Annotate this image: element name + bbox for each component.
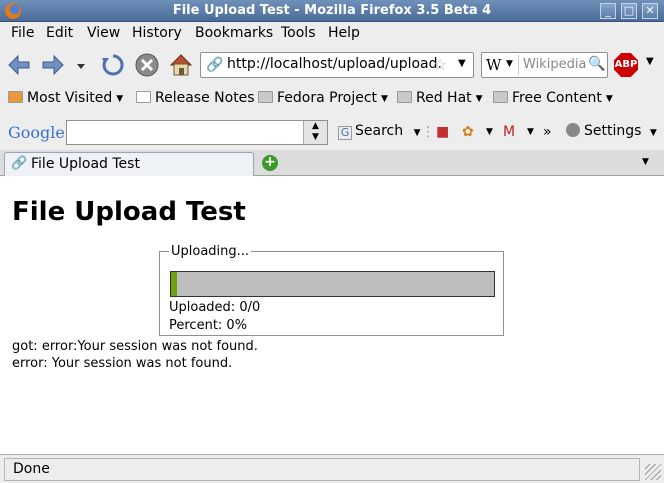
- menu-view[interactable]: View: [87, 25, 120, 41]
- bookmark-star-icon[interactable]: ☆: [433, 55, 447, 74]
- resize-grip-icon[interactable]: [645, 464, 661, 480]
- google-search-stepper-icon[interactable]: ▲ ▼: [303, 121, 327, 144]
- bookmark-most-visited[interactable]: Most Visited ▼: [8, 90, 123, 106]
- menu-edit[interactable]: Edit: [46, 25, 73, 41]
- home-icon[interactable]: [168, 52, 194, 78]
- forward-icon[interactable]: [40, 52, 66, 78]
- search-divider: [518, 55, 519, 75]
- minimize-button[interactable]: _: [600, 3, 616, 19]
- bookmark-red-hat[interactable]: Red Hat ▼: [397, 90, 483, 106]
- google-search-button[interactable]: G Search ▼: [338, 123, 420, 140]
- chevron-down-icon: ▼: [605, 94, 613, 104]
- overflow-icon[interactable]: »: [543, 124, 552, 140]
- menu-bookmarks[interactable]: Bookmarks: [195, 25, 273, 41]
- url-bar[interactable]: 🔗 http://localhost/upload/upload. ☆ ▼: [200, 52, 474, 78]
- wikipedia-icon[interactable]: W: [486, 56, 501, 74]
- search-input[interactable]: Wikipedia: [523, 57, 586, 72]
- page-content: File Upload Test Uploading... Uploaded: …: [0, 177, 664, 454]
- uploaded-status: Uploaded: 0/0: [169, 300, 261, 315]
- gmail-icon[interactable]: M: [503, 124, 515, 140]
- toolbar-menu-icon[interactable]: ▼: [646, 56, 654, 67]
- window-title: File Upload Test - Mozilla Firefox 3.5 B…: [172, 3, 492, 18]
- search-bar[interactable]: W ▼ Wikipedia 🔍: [481, 52, 608, 78]
- folder-icon: [8, 91, 23, 103]
- chevron-down-icon[interactable]: ▼: [486, 127, 493, 137]
- menu-help[interactable]: Help: [328, 25, 360, 41]
- folder-icon: [397, 91, 412, 103]
- reload-icon[interactable]: [100, 52, 126, 78]
- translate-icon[interactable]: ✿: [462, 124, 474, 140]
- stop-icon[interactable]: [134, 52, 160, 78]
- tab-list-dropdown-icon[interactable]: ▼: [642, 157, 649, 167]
- history-dropdown-icon[interactable]: [74, 52, 88, 78]
- upload-fieldset: Uploading... Uploaded: 0/0 Percent: 0%: [159, 244, 504, 336]
- google-toolbar: Google ▲ ▼ G Search ▼ ⋮ ■ ✿ ▼ M ▼ » Settin…: [0, 114, 664, 150]
- bookmarks-toolbar: Most Visited ▼ Release Notes Fedora Proje…: [0, 84, 664, 114]
- bookmark-fedora-project[interactable]: Fedora Project ▼: [258, 90, 388, 106]
- menu-history[interactable]: History: [132, 25, 182, 41]
- google-search-input[interactable]: ▲ ▼: [66, 120, 328, 145]
- search-engine-dropdown-icon[interactable]: ▼: [506, 59, 513, 69]
- status-text: Done: [4, 458, 640, 481]
- percent-status: Percent: 0%: [169, 318, 248, 333]
- menu-file[interactable]: File: [11, 25, 34, 41]
- site-identity-icon[interactable]: 🔗: [206, 57, 223, 73]
- page-icon: [136, 91, 151, 103]
- maximize-button[interactable]: □: [621, 3, 637, 19]
- tab-bar: 🔗 File Upload Test + ▼: [0, 150, 664, 176]
- toolbar-separator-icon: ⋮: [421, 124, 435, 140]
- progress-fill: [171, 272, 178, 296]
- new-tab-icon[interactable]: +: [262, 155, 278, 171]
- bookmarks-icon[interactable]: ■: [436, 124, 449, 140]
- error-message: error: Your session was not found.: [12, 356, 233, 371]
- google-g-icon: G: [338, 126, 352, 140]
- chevron-down-icon: ▼: [413, 128, 421, 138]
- tab-file-upload-test[interactable]: 🔗 File Upload Test: [4, 152, 254, 176]
- google-logo: Google: [8, 123, 65, 142]
- url-text[interactable]: http://localhost/upload/upload.: [227, 56, 442, 72]
- page-title: File Upload Test: [12, 197, 246, 227]
- url-dropdown-icon[interactable]: ▼: [458, 58, 466, 69]
- chevron-down-icon: ▼: [116, 94, 124, 104]
- menu-tools[interactable]: Tools: [281, 25, 316, 41]
- search-icon[interactable]: 🔍: [588, 56, 605, 72]
- upload-legend: Uploading...: [171, 244, 250, 259]
- chevron-down-icon[interactable]: ▼: [527, 127, 534, 137]
- upload-progress-bar: [170, 271, 495, 297]
- navigation-toolbar: 🔗 http://localhost/upload/upload. ☆ ▼ W …: [0, 44, 664, 84]
- page-icon: 🔗: [11, 156, 28, 171]
- error-message-got: got: error:Your session was not found.: [12, 339, 258, 354]
- bookmark-free-content[interactable]: Free Content ▼: [493, 90, 613, 106]
- chevron-down-icon: ▼: [475, 94, 483, 104]
- folder-icon: [493, 91, 508, 103]
- status-bar: Done: [0, 454, 664, 483]
- title-bar: File Upload Test - Mozilla Firefox 3.5 B…: [0, 0, 664, 22]
- back-icon[interactable]: [6, 52, 32, 78]
- adblock-plus-icon[interactable]: ABP: [614, 53, 638, 77]
- close-button[interactable]: ✕: [642, 3, 658, 19]
- wrench-icon: [566, 123, 580, 137]
- bookmark-release-notes[interactable]: Release Notes: [136, 90, 255, 106]
- chevron-down-icon: ▼: [649, 128, 657, 138]
- chevron-down-icon: ▼: [381, 94, 388, 104]
- menu-bar: File Edit View History Bookmarks Tools H…: [0, 22, 664, 44]
- google-settings-button[interactable]: Settings ▼: [566, 123, 657, 139]
- folder-icon: [258, 91, 273, 103]
